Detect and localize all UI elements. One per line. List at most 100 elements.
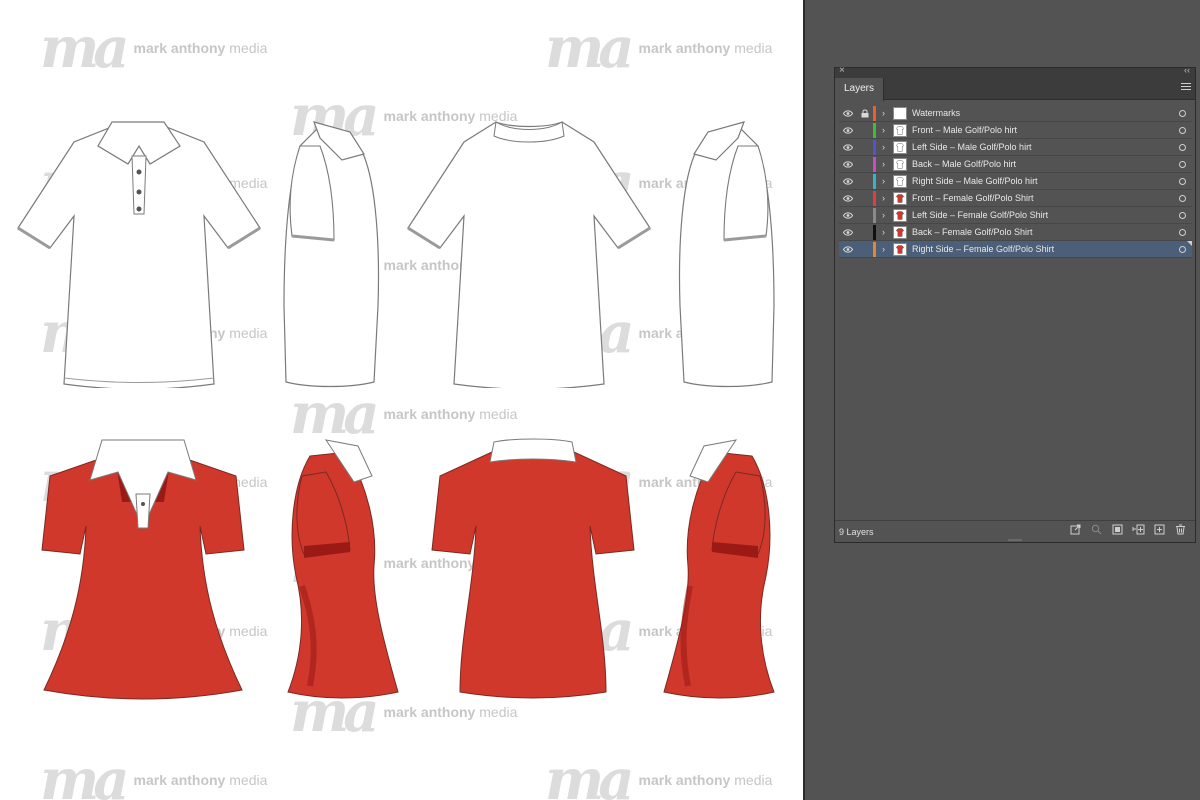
panel-menu-icon[interactable] (1181, 83, 1191, 92)
watermark-brand-suffix: media (479, 704, 518, 720)
create-sublayer-icon[interactable] (1128, 523, 1149, 537)
locate-object-icon[interactable] (1086, 523, 1107, 537)
artboard-canvas[interactable]: ma mark anthony media ma mark anthony media… (0, 0, 803, 800)
visibility-eye-icon[interactable] (839, 143, 857, 151)
visibility-eye-icon[interactable] (839, 126, 857, 134)
watermark: mamark anthony media (40, 20, 267, 76)
watermark-brand: mark anthony (383, 406, 476, 422)
layer-name[interactable]: Front – Male Golf/Polo hirt (912, 125, 1172, 135)
target-circle-icon[interactable] (1172, 245, 1192, 253)
layer-thumbnail (893, 157, 907, 171)
lock-icon[interactable] (857, 109, 873, 118)
watermark: mamark anthony media (40, 752, 267, 800)
make-clipping-mask-icon[interactable] (1107, 523, 1128, 537)
visibility-eye-icon[interactable] (839, 160, 857, 168)
layer-name[interactable]: Front – Female Golf/Polo Shirt (912, 193, 1172, 203)
layer-thumbnail (893, 191, 907, 205)
layer-color-strip (873, 173, 876, 189)
watermark-logo: ma (40, 15, 130, 81)
layer-name[interactable]: Back – Female Golf/Polo Shirt (912, 227, 1172, 237)
layer-thumbnail (893, 106, 907, 120)
female-polo-back[interactable] (430, 436, 636, 700)
layer-color-strip (873, 156, 876, 172)
collapse-icon[interactable]: ‹‹ (1184, 65, 1190, 75)
export-icon[interactable] (1065, 523, 1086, 537)
layer-name[interactable]: Back – Male Golf/Polo hirt (912, 159, 1172, 169)
chevron-right-icon[interactable]: › (882, 210, 893, 220)
target-circle-icon[interactable] (1172, 228, 1192, 236)
watermark-logo: ma (545, 747, 635, 800)
chevron-right-icon[interactable]: › (882, 244, 893, 254)
tab-layers[interactable]: Layers (835, 78, 885, 101)
target-circle-icon[interactable] (1172, 211, 1192, 219)
visibility-eye-icon[interactable] (839, 228, 857, 236)
chevron-right-icon[interactable]: › (882, 176, 893, 186)
chevron-right-icon[interactable]: › (882, 227, 893, 237)
target-circle-icon[interactable] (1172, 160, 1192, 168)
layer-list: › Watermarks › Front – Male Golf/Polo hirt ›… (839, 105, 1192, 258)
panel-resize-grip[interactable] (1008, 539, 1022, 541)
visibility-eye-icon[interactable] (839, 177, 857, 185)
watermark-logo: ma (290, 381, 380, 447)
watermark: mamark anthony media (545, 20, 772, 76)
create-new-layer-icon[interactable] (1149, 523, 1170, 537)
target-circle-icon[interactable] (1172, 177, 1192, 185)
selected-art-indicator (1187, 241, 1192, 246)
watermark: mamark anthony media (290, 386, 517, 442)
visibility-eye-icon[interactable] (839, 194, 857, 202)
layer-color-strip (873, 122, 876, 138)
visibility-eye-icon[interactable] (839, 245, 857, 253)
layer-thumbnail (893, 208, 907, 222)
target-circle-icon[interactable] (1172, 143, 1192, 151)
layer-color-strip (873, 139, 876, 155)
watermark-logo: ma (545, 15, 635, 81)
watermark-logo: ma (40, 747, 130, 800)
layer-color-strip (873, 105, 876, 121)
layer-row[interactable]: › Right Side – Female Golf/Polo Shirt (839, 241, 1192, 258)
watermark: mamark anthony media (545, 752, 772, 800)
male-polo-left-side[interactable] (280, 116, 390, 388)
target-circle-icon[interactable] (1172, 109, 1192, 117)
watermark-brand: mark anthony (383, 704, 476, 720)
layer-name[interactable]: Left Side – Female Golf/Polo Shirt (912, 210, 1172, 220)
artboard-edge (803, 0, 805, 800)
female-polo-left-side[interactable] (282, 436, 402, 700)
layer-row[interactable]: › Back – Male Golf/Polo hirt (839, 156, 1192, 173)
delete-layer-icon[interactable] (1170, 523, 1191, 537)
chevron-right-icon[interactable]: › (882, 193, 893, 203)
male-polo-front[interactable] (14, 116, 264, 388)
layer-color-strip (873, 190, 876, 206)
male-polo-back[interactable] (404, 116, 654, 388)
layer-row[interactable]: › Back – Female Golf/Polo Shirt (839, 224, 1192, 241)
layer-name[interactable]: Watermarks (912, 108, 1172, 118)
female-polo-right-side[interactable] (660, 436, 780, 700)
layer-thumbnail (893, 242, 907, 256)
target-circle-icon[interactable] (1172, 194, 1192, 202)
watermark-brand-suffix: media (479, 406, 518, 422)
layer-row[interactable]: › Front – Male Golf/Polo hirt (839, 122, 1192, 139)
layer-color-strip (873, 224, 876, 240)
chevron-right-icon[interactable]: › (882, 159, 893, 169)
layer-row[interactable]: › Front – Female Golf/Polo Shirt (839, 190, 1192, 207)
layer-thumbnail (893, 225, 907, 239)
layer-name[interactable]: Right Side – Female Golf/Polo Shirt (912, 244, 1172, 254)
visibility-eye-icon[interactable] (839, 211, 857, 219)
chevron-right-icon[interactable]: › (882, 142, 893, 152)
layer-row[interactable]: › Right Side – Male Golf/Polo hirt (839, 173, 1192, 190)
layer-row[interactable]: › Left Side – Female Golf/Polo Shirt (839, 207, 1192, 224)
close-icon[interactable]: × (839, 65, 845, 76)
chevron-right-icon[interactable]: › (882, 108, 893, 118)
layer-row[interactable]: › Left Side – Male Golf/Polo hirt (839, 139, 1192, 156)
layer-name[interactable]: Left Side – Male Golf/Polo hirt (912, 142, 1172, 152)
panel-footer: 9 Layers (835, 520, 1195, 538)
layer-row[interactable]: › Watermarks (839, 105, 1192, 122)
female-polo-front[interactable] (40, 436, 246, 700)
panel-title-bar[interactable]: × ‹‹ (835, 65, 1195, 78)
watermark-brand: mark anthony (638, 40, 731, 56)
male-polo-right-side[interactable] (668, 116, 778, 388)
target-circle-icon[interactable] (1172, 126, 1192, 134)
chevron-right-icon[interactable]: › (882, 125, 893, 135)
layer-thumbnail (893, 174, 907, 188)
layer-name[interactable]: Right Side – Male Golf/Polo hirt (912, 176, 1172, 186)
visibility-eye-icon[interactable] (839, 109, 857, 117)
